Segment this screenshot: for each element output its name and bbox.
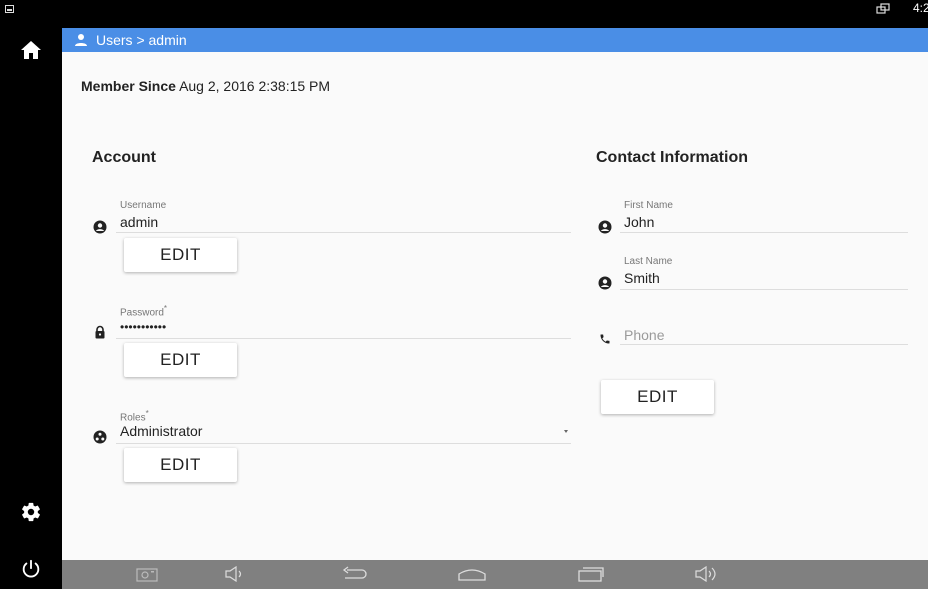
status-time: 4:2 — [913, 1, 928, 15]
last-name-label: Last Name — [624, 256, 673, 267]
status-bar: 4:2 — [0, 0, 928, 28]
system-nav-bar — [62, 560, 928, 589]
username-label: Username — [120, 200, 167, 211]
contact-title: Contact Information — [596, 149, 748, 166]
volume-down-icon[interactable] — [223, 564, 249, 584]
phone-input[interactable]: Phone — [624, 327, 664, 343]
recents-icon[interactable] — [577, 564, 605, 584]
roles-underline — [116, 443, 571, 444]
username-value[interactable]: admin — [120, 214, 158, 230]
screenshot-notification-icon — [5, 5, 14, 13]
member-since-label: Member Since — [81, 78, 176, 94]
phone-underline — [620, 344, 908, 345]
breadcrumb[interactable]: Users > admin — [96, 32, 187, 48]
lock-icon — [93, 325, 107, 339]
password-value[interactable]: ••••••••••• — [120, 320, 166, 334]
member-since: Member Since Aug 2, 2016 2:38:15 PM — [81, 78, 330, 94]
roles-icon — [93, 430, 107, 444]
gear-icon[interactable] — [17, 498, 45, 526]
volume-up-icon[interactable] — [694, 564, 722, 584]
edit-username-button[interactable]: EDIT — [124, 238, 237, 272]
account-circle-icon — [93, 220, 107, 234]
roles-label: Roles* — [120, 409, 149, 424]
last-name-value[interactable]: Smith — [624, 270, 660, 286]
window-overlay-icon — [876, 2, 890, 14]
first-name-value[interactable]: John — [624, 214, 654, 230]
username-underline — [116, 232, 571, 233]
edit-contact-button[interactable]: EDIT — [601, 380, 714, 414]
first-name-underline — [620, 232, 908, 233]
password-required-mark: * — [163, 304, 168, 313]
password-label: Password* — [120, 304, 168, 319]
account-circle-icon — [598, 220, 612, 234]
home-outline-icon[interactable] — [457, 564, 487, 584]
edit-roles-button[interactable]: EDIT — [124, 448, 237, 482]
first-name-label: First Name — [624, 200, 673, 211]
phone-icon — [598, 332, 612, 346]
last-name-underline — [620, 289, 908, 290]
account-title: Account — [92, 149, 156, 166]
breadcrumb-bar: Users > admin — [62, 28, 928, 52]
password-underline — [116, 338, 571, 339]
chevron-down-icon[interactable] — [564, 430, 568, 433]
edit-password-button[interactable]: EDIT — [124, 343, 237, 377]
person-icon — [74, 33, 88, 47]
camera-icon[interactable] — [136, 564, 158, 584]
user-detail-panel: Member Since Aug 2, 2016 2:38:15 PM Acco… — [62, 52, 928, 560]
account-circle-icon — [598, 276, 612, 290]
side-rail — [0, 28, 62, 589]
member-since-value: Aug 2, 2016 2:38:15 PM — [179, 78, 331, 94]
back-icon[interactable] — [340, 564, 368, 584]
roles-required-mark: * — [145, 409, 149, 418]
power-icon[interactable] — [17, 555, 45, 583]
roles-value[interactable]: Administrator — [120, 423, 202, 439]
home-icon[interactable] — [17, 36, 45, 64]
